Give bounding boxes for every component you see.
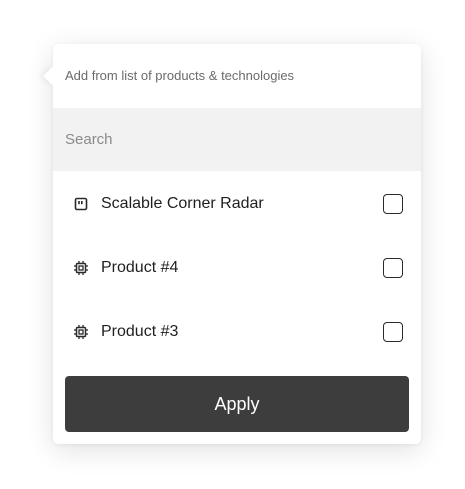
radar-module-icon <box>73 196 89 212</box>
popover-body: Add from list of products & technologies… <box>53 44 421 444</box>
list-item-product-3[interactable]: Product #3 <box>53 300 421 364</box>
item-checkbox[interactable] <box>383 322 403 342</box>
product-list: Scalable Corner Radar Product #4 Product… <box>53 172 421 364</box>
chip-icon <box>73 324 89 340</box>
list-item-scalable-corner-radar[interactable]: Scalable Corner Radar <box>53 172 421 236</box>
apply-button[interactable]: Apply <box>65 376 409 432</box>
chip-icon <box>73 260 89 276</box>
popover-header: Add from list of products & technologies <box>65 68 295 83</box>
search-input[interactable] <box>53 108 421 171</box>
list-item-label: Scalable Corner Radar <box>101 195 264 212</box>
item-checkbox[interactable] <box>383 258 403 278</box>
product-picker-popover: Add from list of products & technologies… <box>43 44 421 444</box>
list-item-product-4[interactable]: Product #4 <box>53 236 421 300</box>
list-item-label: Product #3 <box>101 323 179 340</box>
list-item-label: Product #4 <box>101 259 179 276</box>
item-checkbox[interactable] <box>383 194 403 214</box>
